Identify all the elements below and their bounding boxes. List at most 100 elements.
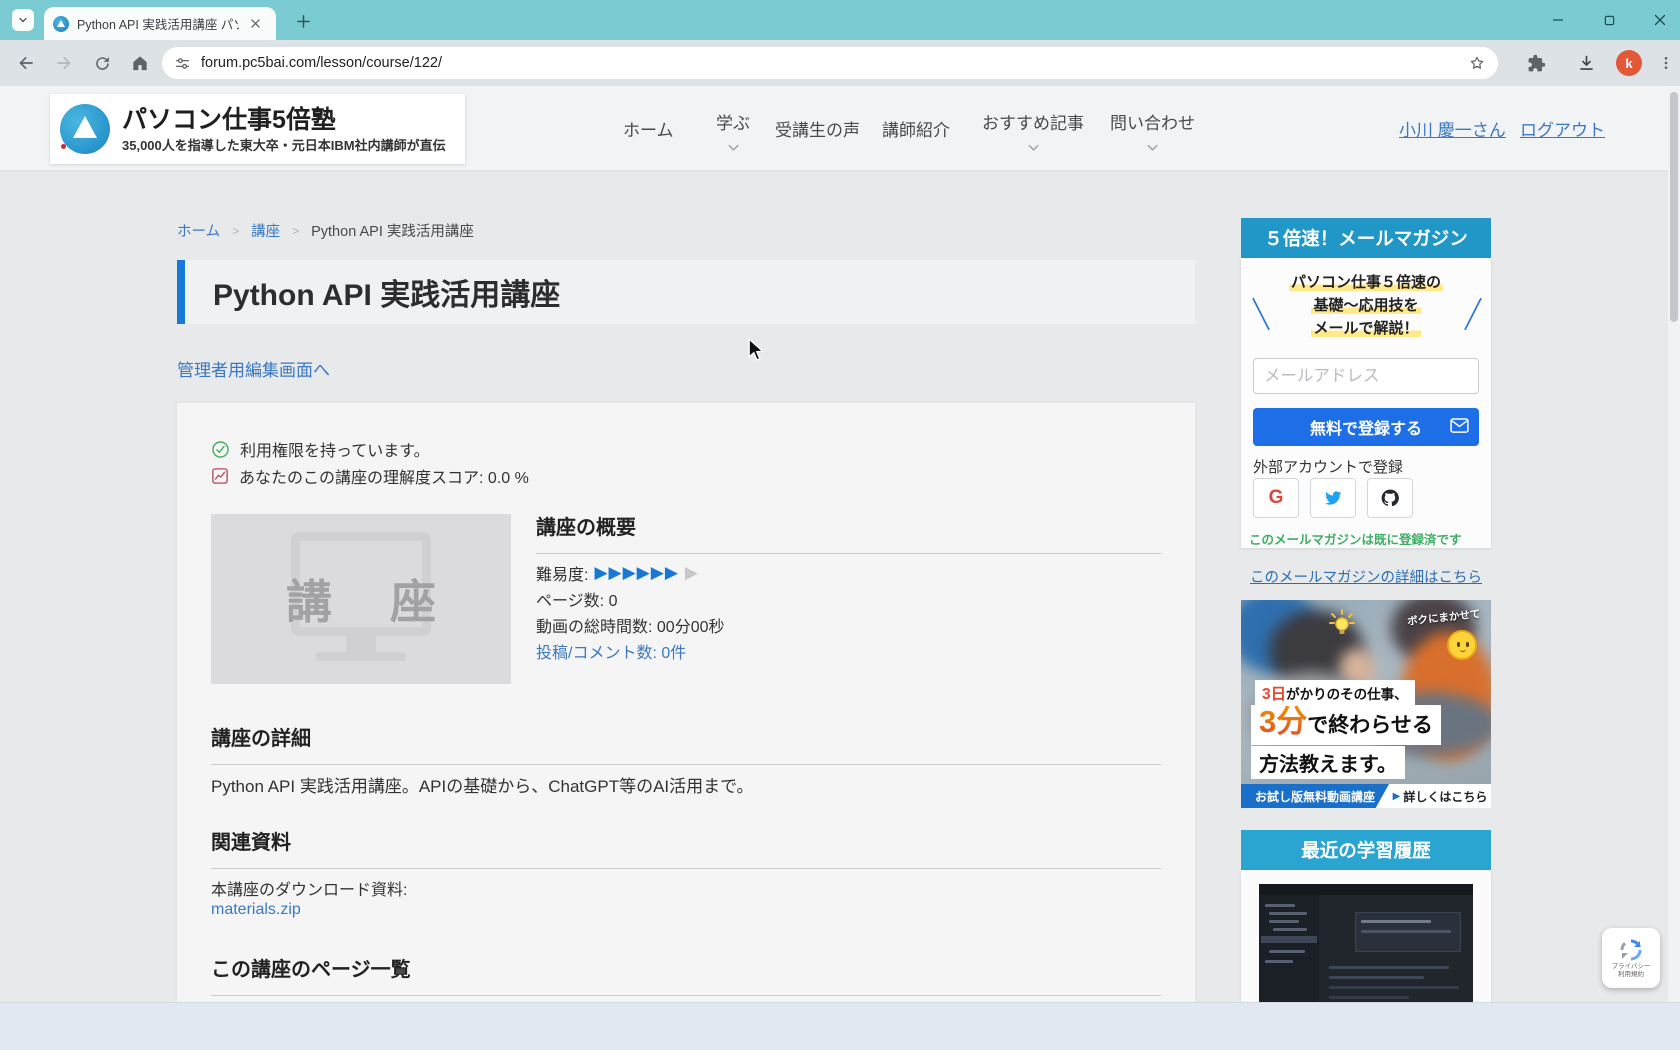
nav-label: 学ぶ xyxy=(716,109,750,134)
address-bar[interactable]: forum.pc5bai.com/lesson/course/122/ xyxy=(162,47,1498,79)
email-field[interactable] xyxy=(1253,358,1479,394)
site-settings-icon[interactable] xyxy=(174,55,191,72)
recaptcha-terms[interactable]: 利用規約 xyxy=(1618,971,1644,978)
recaptcha-icon xyxy=(1619,938,1643,962)
nav-item-voices[interactable]: 受講生の声 xyxy=(775,86,860,170)
pitch-line: パソコン仕事５倍速の xyxy=(1289,274,1443,291)
difficulty-filled-icons: ▶▶▶▶▶▶ xyxy=(594,563,678,583)
site-favicon-icon xyxy=(53,16,69,32)
nav-item-contact[interactable]: 問い合わせ xyxy=(1110,86,1195,170)
new-tab-button[interactable] xyxy=(292,10,314,32)
difficulty-label: 難易度: xyxy=(536,561,588,585)
reload-icon xyxy=(93,54,112,73)
profile-avatar[interactable]: k xyxy=(1616,50,1642,76)
logo-title: パソコン仕事5倍塾 xyxy=(122,105,446,135)
logout-link[interactable]: ログアウト xyxy=(1520,86,1605,170)
pages-count: ページ数: 0 xyxy=(536,586,725,612)
twitter-login-button[interactable] xyxy=(1310,478,1356,518)
home-button[interactable] xyxy=(128,51,152,75)
page-title-band: Python API 実践活用講座 xyxy=(177,260,1195,324)
logo-icon xyxy=(60,104,110,154)
bookmark-star-icon[interactable] xyxy=(1468,54,1486,72)
breadcrumb-current: Python API 実践活用講座 xyxy=(311,220,474,241)
subscribe-label: 無料で登録する xyxy=(1310,421,1422,438)
nav-label: おすすめ記事 xyxy=(982,109,1084,134)
plus-icon xyxy=(297,15,310,28)
pitch-line: メールで解説！ xyxy=(1311,320,1420,337)
reload-button[interactable] xyxy=(90,51,114,75)
lightbulb-icon xyxy=(1327,608,1357,643)
puzzle-icon xyxy=(1527,54,1546,73)
mailmag-detail-link[interactable]: このメールマガジンの詳細はこちら xyxy=(1241,566,1491,587)
google-login-button[interactable]: G xyxy=(1253,478,1299,518)
nav-item-learn[interactable]: 学ぶ xyxy=(716,86,750,170)
extensions-button[interactable] xyxy=(1524,51,1548,75)
download-icon xyxy=(1577,54,1596,73)
github-icon xyxy=(1380,488,1400,508)
nav-item-teachers[interactable]: 講師紹介 xyxy=(882,86,950,170)
play-arrow-icon: ▶ xyxy=(1393,791,1401,802)
nav-item-articles[interactable]: おすすめ記事 xyxy=(982,86,1084,170)
browser-tab-strip: Python API 実践活用講座 パソコ xyxy=(0,0,1680,40)
user-name-link[interactable]: 小川 慶一さん xyxy=(1399,86,1506,170)
ad-badge: お試し版無料動画講座 xyxy=(1241,784,1389,808)
external-account-label: 外部アカウントで登録 xyxy=(1253,456,1403,477)
browser-tab[interactable]: Python API 実践活用講座 パソコ xyxy=(44,7,276,40)
window-close-button[interactable] xyxy=(1645,8,1675,32)
logo-subtitle: 35,000人を指導した東大卒・元日本IBM社内講師が直伝 xyxy=(122,135,446,154)
chevron-down-icon xyxy=(17,14,29,26)
ad-line-2: 3分で終わらせる xyxy=(1251,705,1441,745)
breadcrumb: ホーム > 講座 > Python API 実践活用講座 xyxy=(177,220,474,241)
forward-arrow-icon xyxy=(54,53,74,73)
already-registered-text: このメールマガジンは既に登録済です xyxy=(1249,529,1487,548)
forward-button[interactable] xyxy=(52,51,76,75)
scrollbar-thumb[interactable] xyxy=(1670,92,1678,322)
mascot-icon xyxy=(1447,630,1477,660)
github-login-button[interactable] xyxy=(1367,478,1413,518)
video-duration: 動画の総時間数: 00分00秒 xyxy=(536,612,725,638)
google-icon: G xyxy=(1269,487,1284,509)
twitter-icon xyxy=(1323,488,1343,508)
tab-list-button[interactable] xyxy=(12,9,34,31)
back-button[interactable] xyxy=(14,51,38,75)
breadcrumb-courses-link[interactable]: 講座 xyxy=(251,220,280,241)
recaptcha-privacy[interactable]: プライバシー xyxy=(1612,963,1651,970)
tab-close-icon[interactable] xyxy=(247,16,263,32)
kebab-menu-icon xyxy=(1658,55,1674,71)
overview-heading: 講座の概要 xyxy=(536,511,1161,554)
ad-more-link[interactable]: ▶ 詳しくはこちら xyxy=(1389,784,1491,808)
course-thumbnail: 講座 xyxy=(211,514,511,684)
ad-line-3: 方法教えます。 xyxy=(1251,746,1405,779)
comments-count-link[interactable]: 投稿/コメント数: 0件 xyxy=(536,638,725,664)
back-arrow-icon xyxy=(16,53,36,73)
desktop: Python API 実践活用講座 パソコ forum.pc5bai.com xyxy=(0,0,1680,1050)
nav-label: 講師紹介 xyxy=(882,116,950,141)
chevron-down-icon xyxy=(1147,137,1158,147)
nav-item-home[interactable]: ホーム xyxy=(623,86,674,170)
materials-download-link[interactable]: materials.zip xyxy=(211,901,301,919)
nav-label: 問い合わせ xyxy=(1110,109,1195,134)
permission-text: 利用権限を持っています。 xyxy=(240,437,430,461)
ad-footer-bar: お試し版無料動画講座 ▶ 詳しくはこちら xyxy=(1241,784,1491,808)
chevron-down-icon xyxy=(728,137,739,147)
window-minimize-button[interactable] xyxy=(1543,8,1573,32)
breadcrumb-home-link[interactable]: ホーム xyxy=(177,220,220,241)
browser-menu-button[interactable] xyxy=(1654,51,1678,75)
thumbnail-placeholder-text: 講座 xyxy=(211,566,511,632)
pages-list-heading: この講座のページ一覧 xyxy=(211,953,1161,996)
downloads-button[interactable] xyxy=(1574,51,1598,75)
pitch-line: 基礎〜応用技を xyxy=(1311,297,1420,314)
site-logo[interactable]: パソコン仕事5倍塾 35,000人を指導した東大卒・元日本IBM社内講師が直伝 xyxy=(50,94,465,164)
maximize-icon xyxy=(1604,15,1615,26)
recaptcha-badge[interactable]: プライバシー 利用規約 xyxy=(1602,928,1660,988)
ad-banner[interactable]: ボクにまかせて 3日がかりのその仕事、 3分で終わらせる 方法教えます。 お試し… xyxy=(1241,600,1491,808)
subscribe-button[interactable]: 無料で登録する xyxy=(1253,408,1479,446)
details-heading: 講座の詳細 xyxy=(211,722,1161,765)
nav-label: ホーム xyxy=(623,116,674,141)
admin-edit-link[interactable]: 管理者用編集画面へ xyxy=(177,356,330,381)
url-text[interactable]: forum.pc5bai.com/lesson/course/122/ xyxy=(201,55,1458,71)
score-status: あなたのこの講座の理解度スコア: 0.0 % xyxy=(211,464,529,488)
nav-label: 受講生の声 xyxy=(775,116,860,141)
window-maximize-button[interactable] xyxy=(1594,8,1624,32)
difficulty-empty-icon: ▶ xyxy=(685,563,698,583)
